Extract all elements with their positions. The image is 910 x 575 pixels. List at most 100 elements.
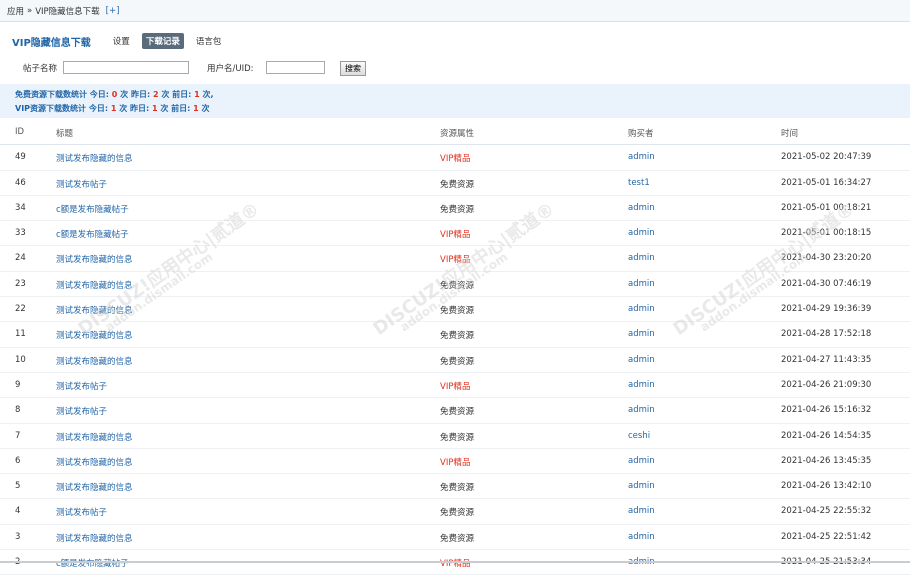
buyer-link[interactable]: admin (628, 405, 655, 415)
record-id: 24 (15, 253, 26, 264)
free-yesterday-label: 次 昨日: (120, 90, 151, 99)
page-title: VIP隐藏信息下载 (12, 37, 91, 49)
record-id: 49 (15, 152, 26, 163)
post-name-input[interactable] (63, 61, 189, 74)
post-title-link[interactable]: 测试发布隐藏的信息 (56, 279, 133, 291)
resource-type: VIP精品 (440, 559, 471, 570)
buyer-link[interactable]: admin (628, 355, 655, 365)
add-shortcut-link[interactable]: [+] (106, 6, 120, 16)
record-id: 22 (15, 304, 26, 315)
download-time: 2021-05-02 20:47:39 (781, 152, 872, 163)
post-title-link[interactable]: 测试发布隐藏的信息 (56, 431, 133, 443)
buyer-link[interactable]: admin (628, 532, 655, 542)
download-stats-panel: 免费资源下载数统计 今日: 0 次 昨日: 2 次 前日: 1 次, VIP资源… (0, 84, 910, 118)
post-title-link[interactable]: 测试发布帖子 (56, 506, 107, 518)
table-row: 46 测试发布帖子 免费资源 test1 2021-05-01 16:34:27 (0, 171, 910, 196)
free-suffix: 次, (202, 90, 214, 99)
post-title-link[interactable]: 测试发布隐藏的信息 (56, 456, 133, 468)
free-before-label: 次 前日: (161, 90, 192, 99)
table-row: 34 c额是发布隐藏帖子 免费资源 admin 2021-05-01 00:18:21 (0, 196, 910, 222)
resource-type: VIP精品 (440, 154, 471, 165)
buyer-link[interactable]: admin (628, 203, 655, 213)
post-title-link[interactable]: c额是发布隐藏帖子 (56, 228, 129, 240)
resource-type: 免费资源 (440, 331, 475, 342)
resource-type: VIP精品 (440, 255, 471, 266)
record-id: 11 (15, 329, 26, 340)
buyer-link[interactable]: admin (628, 253, 655, 263)
buyer-link[interactable]: admin (628, 329, 655, 339)
username-input[interactable] (266, 61, 325, 74)
buyer-link[interactable]: ceshi (628, 431, 650, 441)
record-id: 6 (15, 455, 21, 466)
resource-type: 免费资源 (440, 280, 475, 291)
buyer-link[interactable]: admin (628, 481, 655, 491)
vip-suffix: 次 (201, 104, 210, 113)
resource-type: VIP精品 (440, 457, 471, 468)
vip-stats-label: VIP资源下载数统计 今日: (15, 104, 109, 113)
post-title-link[interactable]: 测试发布隐藏的信息 (56, 532, 133, 544)
table-row: 6 测试发布隐藏的信息 VIP精品 admin 2021-04-26 13:45:35 (0, 449, 910, 475)
tab-download-records[interactable]: 下载记录 (141, 33, 184, 49)
post-title-link[interactable]: c额是发布隐藏帖子 (56, 203, 129, 215)
table-row: 33 c额是发布隐藏帖子 VIP精品 admin 2021-05-01 00:18:15 (0, 221, 910, 247)
tab-settings[interactable]: 设置 (109, 33, 134, 49)
table-row: 23 测试发布隐藏的信息 免费资源 admin 2021-04-30 07:46:19 (0, 272, 910, 298)
post-title-link[interactable]: 测试发布帖子 (56, 380, 107, 392)
resource-type: 免费资源 (440, 356, 475, 367)
record-id: 4 (15, 506, 21, 517)
vip-before-count: 1 (193, 104, 199, 113)
free-stats-line: 免费资源下载数统计 今日: 0 次 昨日: 2 次 前日: 1 次, (15, 89, 214, 100)
post-title-link[interactable]: c额是发布隐藏帖子 (56, 557, 129, 569)
buyer-link[interactable]: admin (628, 506, 655, 516)
free-yesterday-count: 2 (152, 90, 159, 99)
buyer-link[interactable]: admin (628, 456, 655, 466)
post-title-link[interactable]: 测试发布隐藏的信息 (56, 304, 133, 316)
tab-language-pack[interactable]: 语言包 (192, 33, 226, 49)
record-id: 10 (15, 354, 26, 365)
breadcrumb-current: VIP隐藏信息下载 (35, 6, 100, 17)
vip-yesterday-count: 1 (151, 104, 158, 113)
search-button[interactable]: 搜索 (340, 61, 366, 76)
table-row: 7 测试发布隐藏的信息 免费资源 ceshi 2021-04-26 14:54:35 (0, 424, 910, 449)
post-title-link[interactable]: 测试发布隐藏的信息 (56, 355, 133, 367)
table-row: 8 测试发布帖子 免费资源 admin 2021-04-26 15:16:32 (0, 398, 910, 424)
resource-type: VIP精品 (440, 381, 471, 392)
download-time: 2021-04-25 22:51:42 (781, 531, 872, 542)
resource-type: 免费资源 (440, 306, 475, 317)
buyer-link[interactable]: admin (628, 228, 655, 238)
record-id: 34 (15, 202, 26, 213)
buyer-link[interactable]: admin (628, 152, 655, 162)
post-title-link[interactable]: 测试发布隐藏的信息 (56, 253, 133, 265)
download-time: 2021-04-28 17:52:18 (781, 329, 872, 340)
free-today-count: 0 (111, 90, 118, 99)
table-row: 9 测试发布帖子 VIP精品 admin 2021-04-26 21:09:30 (0, 373, 910, 399)
resource-type: 免费资源 (440, 508, 475, 519)
record-id: 46 (15, 177, 26, 188)
post-title-link[interactable]: 测试发布帖子 (56, 178, 107, 190)
post-title-link[interactable]: 测试发布隐藏的信息 (56, 152, 133, 164)
page-header: VIP隐藏信息下载 设置 下载记录 语言包 (12, 33, 233, 49)
buyer-link[interactable]: admin (628, 304, 655, 314)
post-title-link[interactable]: 测试发布帖子 (56, 405, 107, 417)
username-label: 用户名/UID: (207, 64, 254, 74)
post-title-link[interactable]: 测试发布隐藏的信息 (56, 481, 133, 493)
post-title-link[interactable]: 测试发布隐藏的信息 (56, 329, 133, 341)
download-time: 2021-04-29 19:36:39 (781, 304, 872, 315)
buyer-link[interactable]: test1 (628, 178, 650, 188)
table-row: 10 测试发布隐藏的信息 免费资源 admin 2021-04-27 11:43:35 (0, 348, 910, 373)
download-time: 2021-04-26 13:45:35 (781, 455, 872, 466)
buyer-link[interactable]: admin (628, 279, 655, 289)
breadcrumb-separator: » (27, 5, 33, 16)
header-buyer: 购买者 (628, 129, 654, 139)
free-stats-label: 免费资源下载数统计 今日: (15, 90, 109, 99)
resource-type: 免费资源 (440, 483, 475, 494)
table-row: 5 测试发布隐藏的信息 免费资源 admin 2021-04-26 13:42:10 (0, 474, 910, 500)
vip-today-count: 1 (110, 104, 117, 113)
free-before-count: 1 (194, 90, 200, 99)
header-resource-type: 资源属性 (440, 129, 475, 139)
record-id: 3 (15, 531, 21, 542)
buyer-link[interactable]: admin (628, 380, 655, 390)
vip-before-label: 次 前日: (160, 104, 191, 113)
search-filter-bar: 帖子名称 用户名/UID: 搜索 (0, 61, 910, 76)
breadcrumb-root[interactable]: 应用 (7, 5, 24, 17)
